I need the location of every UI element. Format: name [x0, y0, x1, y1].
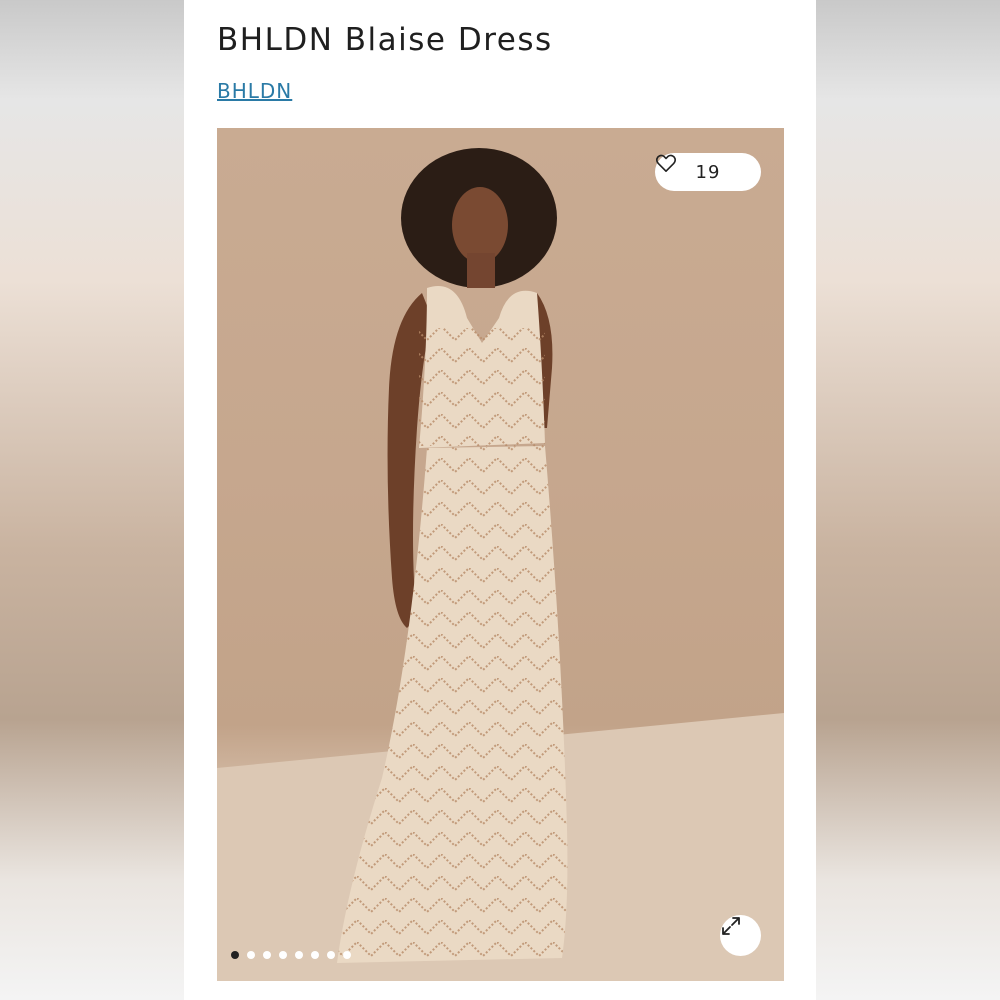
- model-photo-illustration: [217, 148, 784, 981]
- like-button[interactable]: 19: [655, 153, 761, 191]
- product-card: BHLDN Blaise Dress BHLDN 19: [184, 0, 816, 1000]
- face: [452, 187, 508, 263]
- blurred-backdrop-left: [0, 0, 184, 1000]
- carousel-dot-5[interactable]: [295, 951, 303, 959]
- carousel-dots: [231, 951, 351, 959]
- expand-button[interactable]: [720, 915, 761, 956]
- carousel-dot-7[interactable]: [327, 951, 335, 959]
- likes-count: 19: [695, 161, 721, 183]
- product-photo[interactable]: 19: [217, 128, 784, 981]
- carousel-dot-3[interactable]: [263, 951, 271, 959]
- product-title: BHLDN Blaise Dress: [217, 22, 553, 58]
- neck: [467, 253, 495, 288]
- carousel-dot-4[interactable]: [279, 951, 287, 959]
- brand-link[interactable]: BHLDN: [217, 79, 292, 103]
- carousel-dot-6[interactable]: [311, 951, 319, 959]
- heart-icon: [655, 154, 677, 172]
- carousel-dot-2[interactable]: [247, 951, 255, 959]
- expand-icon: [722, 917, 740, 935]
- carousel-dot-8[interactable]: [343, 951, 351, 959]
- blurred-backdrop-right: [816, 0, 1000, 1000]
- carousel-dot-1[interactable]: [231, 951, 239, 959]
